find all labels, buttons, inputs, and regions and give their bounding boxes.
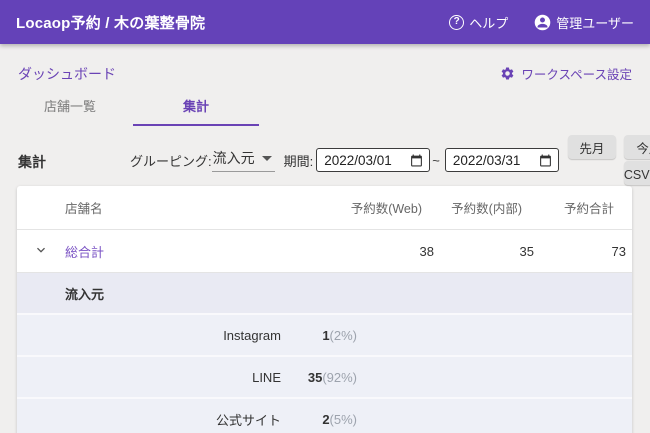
date-to-input[interactable]: 2022/03/31	[445, 148, 559, 172]
source-label: 公式サイト	[17, 410, 281, 429]
calendar-icon	[539, 154, 552, 167]
group-header-row: 流入元	[17, 273, 632, 313]
table-row-grand-total: 総合計 38 35 73	[17, 230, 632, 273]
source-percent: (2%)	[330, 328, 357, 343]
tab-store-list[interactable]: 店舗一覧	[7, 89, 133, 126]
date-to-value: 2022/03/31	[453, 153, 521, 168]
gear-icon	[500, 66, 515, 81]
source-percent: (5%)	[330, 412, 357, 427]
source-label: LINE	[17, 370, 281, 385]
tab-bar: 店舗一覧 集計	[0, 89, 650, 126]
grouping-value: 流入元	[213, 148, 255, 168]
filter-controls: グルーピング: 流入元 期間: 2022/03/01 ~ 2022/03/31	[130, 135, 650, 185]
grouping-label: グルーピング:	[130, 151, 212, 170]
grand-total-web: 38	[322, 244, 434, 259]
page-head: ダッシュボード ワークスペース設定	[0, 44, 650, 82]
grand-total-internal: 35	[434, 244, 534, 259]
page-title: ダッシュボード	[18, 64, 116, 84]
column-total-reservations: 予約合計	[534, 198, 626, 217]
group-header-label: 流入元	[65, 284, 104, 303]
app-header: Locaop予約 / 木の葉整骨院 ? ヘルプ 管理ユーザー	[0, 0, 650, 44]
source-count: 35	[308, 370, 322, 385]
grand-total-link[interactable]: 総合計	[65, 242, 322, 261]
source-count: 2	[322, 412, 329, 427]
table-header-row: 店舗名 予約数(Web) 予約数(内部) 予約合計	[17, 186, 632, 230]
app-title: Locaop予約 / 木の葉整骨院	[16, 12, 205, 33]
grand-total-total: 73	[534, 244, 626, 259]
workspace-settings-label: ワークスペース設定	[521, 64, 632, 83]
header-actions: ? ヘルプ 管理ユーザー	[449, 13, 634, 32]
user-menu-button[interactable]: 管理ユーザー	[534, 13, 634, 32]
help-icon: ?	[449, 15, 464, 30]
aggregation-table-card: 店舗名 予約数(Web) 予約数(内部) 予約合計 総合計 38 35 73 流…	[17, 186, 632, 433]
last-month-button[interactable]: 先月	[568, 135, 616, 159]
tab-aggregation[interactable]: 集計	[133, 89, 259, 126]
help-button[interactable]: ? ヘルプ	[449, 13, 508, 32]
filter-toolbar: 集計 グルーピング: 流入元 期間: 2022/03/01 ~ 2022/03/…	[0, 126, 650, 186]
source-percent: (92%)	[322, 370, 357, 385]
user-icon	[534, 14, 551, 31]
csv-export-button[interactable]: CSV出力	[624, 161, 650, 185]
source-count: 1	[322, 328, 329, 343]
grouping-select[interactable]: 流入元	[212, 148, 275, 172]
column-web-reservations: 予約数(Web)	[322, 198, 434, 217]
calendar-icon	[410, 154, 423, 167]
period-buttons: 先月 今月 CSV出力	[568, 135, 650, 185]
help-label: ヘルプ	[469, 13, 508, 32]
date-from-value: 2022/03/01	[324, 153, 392, 168]
column-store-name: 店舗名	[65, 198, 322, 217]
chevron-down-icon	[33, 242, 49, 261]
range-separator: ~	[432, 153, 440, 168]
date-from-input[interactable]: 2022/03/01	[316, 148, 430, 172]
expand-row-button[interactable]	[17, 242, 65, 261]
workspace-settings-button[interactable]: ワークスペース設定	[500, 64, 632, 83]
column-internal-reservations: 予約数(内部)	[434, 198, 534, 217]
table-row-source-line: LINE 35(92%)	[17, 355, 632, 397]
source-value: 2(5%)	[281, 412, 357, 427]
caret-down-icon	[262, 156, 272, 161]
source-label: Instagram	[17, 328, 281, 343]
source-value: 1(2%)	[281, 328, 357, 343]
app-window: Locaop予約 / 木の葉整骨院 ? ヘルプ 管理ユーザー ダッシュボード	[0, 0, 650, 433]
user-label: 管理ユーザー	[556, 13, 634, 32]
table-row-source-instagram: Instagram 1(2%)	[17, 313, 632, 355]
section-title: 集計	[18, 152, 46, 172]
period-label: 期間:	[284, 151, 314, 170]
this-month-button[interactable]: 今月	[624, 135, 650, 159]
table-row-source-official-site: 公式サイト 2(5%)	[17, 397, 632, 433]
source-value: 35(92%)	[281, 370, 357, 385]
